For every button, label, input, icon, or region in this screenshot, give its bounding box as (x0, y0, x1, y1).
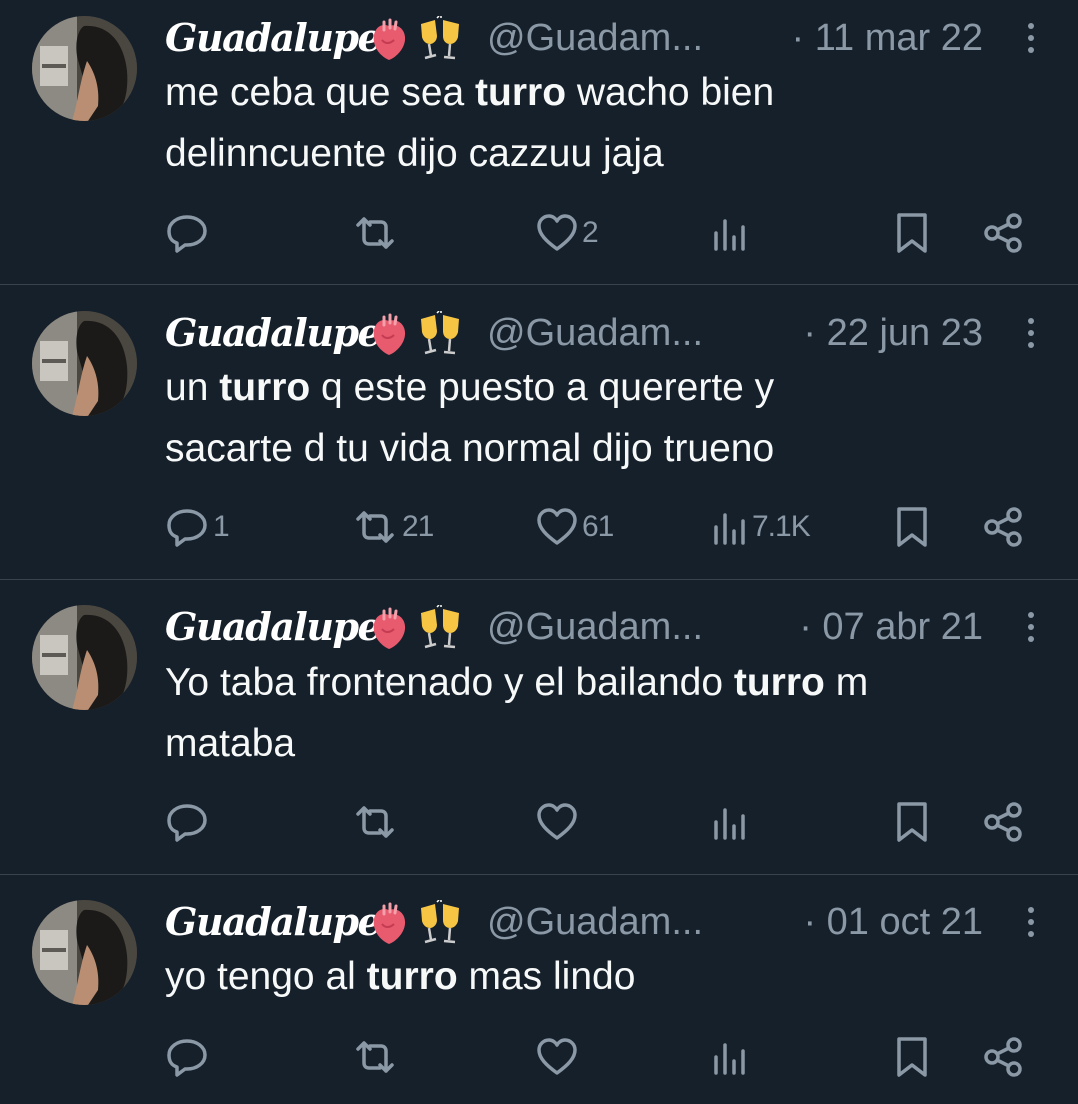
reply-button[interactable] (165, 797, 213, 847)
share-icon (984, 1037, 1022, 1077)
avatar[interactable] (32, 311, 137, 416)
like-button[interactable]: 2 (536, 208, 599, 258)
retweet-button[interactable]: 21 (352, 502, 434, 552)
views-button[interactable]: 7.1K (712, 502, 811, 552)
views-button[interactable] (712, 1032, 752, 1082)
share-button[interactable] (982, 797, 1024, 847)
tweet-header: Guadalupe @Guadam... · 11 mar 22 (165, 14, 1045, 64)
clinking-glasses-icon (421, 16, 459, 60)
views-button[interactable] (712, 208, 752, 258)
retweet-icon (356, 511, 394, 543)
tweet-actions (0, 797, 1078, 847)
tweet-date[interactable]: · 11 mar 22 (792, 14, 983, 62)
tweet-header: Guadalupe @Guadam... · 07 abr 21 (165, 603, 1045, 653)
more-options-icon[interactable] (1017, 315, 1045, 351)
share-button[interactable] (982, 1032, 1024, 1082)
share-button[interactable] (982, 502, 1024, 552)
retweet-button[interactable] (352, 797, 402, 847)
bookmark-button[interactable] (894, 208, 930, 258)
tweet-date[interactable]: · 01 oct 21 (803, 898, 983, 946)
heart-icon (537, 1038, 577, 1075)
tweet-actions (0, 1032, 1078, 1082)
display-name[interactable]: Guadalupe (165, 14, 382, 62)
views-icon (714, 808, 745, 840)
share-icon (984, 213, 1022, 253)
reply-count: 1 (213, 510, 230, 543)
bookmark-button[interactable] (894, 502, 930, 552)
display-name[interactable]: Guadalupe (165, 309, 382, 357)
tweet-text: un turro q este puesto a quererte y saca… (165, 366, 775, 470)
user-handle[interactable]: @Guadam... (487, 898, 703, 946)
tweet-text: yo tengo al turro mas lindo (165, 955, 636, 998)
share-icon (984, 507, 1022, 547)
user-handle[interactable]: @Guadam... (487, 309, 703, 357)
display-name[interactable]: Guadalupe (165, 898, 382, 946)
reply-icon (167, 1039, 207, 1077)
anatomical-heart-icon (373, 902, 406, 944)
views-icon (714, 219, 745, 251)
tweet-text: me ceba que sea turro wacho bien delinnc… (165, 71, 775, 175)
heart-icon (537, 803, 577, 840)
clinking-glasses-icon (421, 900, 459, 944)
reply-icon (167, 509, 207, 547)
tweet-date[interactable]: · 22 jun 23 (803, 309, 983, 357)
user-handle[interactable]: @Guadam... (487, 603, 703, 651)
display-name[interactable]: Guadalupe (165, 603, 382, 651)
retweet-button[interactable] (352, 208, 402, 258)
clinking-glasses-icon (421, 311, 459, 355)
retweet-count: 21 (402, 510, 434, 543)
reply-button[interactable] (165, 208, 213, 258)
bookmark-icon (897, 1037, 927, 1077)
heart-icon (537, 508, 577, 545)
like-count: 61 (582, 510, 614, 543)
tweet-actions: 1 21 61 7.1K (0, 502, 1078, 552)
views-icon (714, 1043, 745, 1075)
retweet-icon (356, 806, 394, 838)
more-options-icon[interactable] (1017, 20, 1045, 56)
divider (0, 874, 1078, 875)
reply-icon (167, 804, 207, 842)
views-icon (714, 513, 745, 545)
bookmark-button[interactable] (894, 797, 930, 847)
avatar[interactable] (32, 900, 137, 1005)
reply-button[interactable]: 1 (165, 502, 230, 552)
more-options-icon[interactable] (1017, 609, 1045, 645)
divider (0, 284, 1078, 285)
like-button[interactable]: 61 (536, 502, 614, 552)
bookmark-icon (897, 213, 927, 253)
tweet-text: Yo taba frontenado y el bailando turro m… (165, 661, 869, 765)
like-button[interactable] (536, 1032, 582, 1082)
bookmark-icon (897, 507, 927, 547)
retweet-icon (356, 1041, 394, 1073)
reply-icon (167, 215, 207, 253)
divider (0, 579, 1078, 580)
avatar[interactable] (32, 16, 137, 121)
anatomical-heart-icon (373, 313, 406, 355)
like-count: 2 (582, 216, 599, 249)
more-options-icon[interactable] (1017, 904, 1045, 940)
bookmark-button[interactable] (894, 1032, 930, 1082)
retweet-button[interactable] (352, 1032, 402, 1082)
share-icon (984, 802, 1022, 842)
tweet-actions: 2 (0, 208, 1078, 258)
anatomical-heart-icon (373, 607, 406, 649)
bookmark-icon (897, 802, 927, 842)
views-button[interactable] (712, 797, 752, 847)
reply-button[interactable] (165, 1032, 213, 1082)
clinking-glasses-icon (421, 605, 459, 649)
anatomical-heart-icon (373, 18, 406, 61)
views-count: 7.1K (752, 510, 811, 543)
share-button[interactable] (982, 208, 1024, 258)
tweet-header: Guadalupe @Guadam... · 01 oct 21 (165, 898, 1045, 948)
retweet-icon (356, 217, 394, 249)
like-button[interactable] (536, 797, 582, 847)
tweet-date[interactable]: · 07 abr 21 (799, 603, 983, 651)
tweet-header: Guadalupe @Guadam... · 22 jun 23 (165, 309, 1045, 359)
avatar[interactable] (32, 605, 137, 710)
heart-icon (537, 214, 577, 251)
user-handle[interactable]: @Guadam... (487, 14, 703, 62)
